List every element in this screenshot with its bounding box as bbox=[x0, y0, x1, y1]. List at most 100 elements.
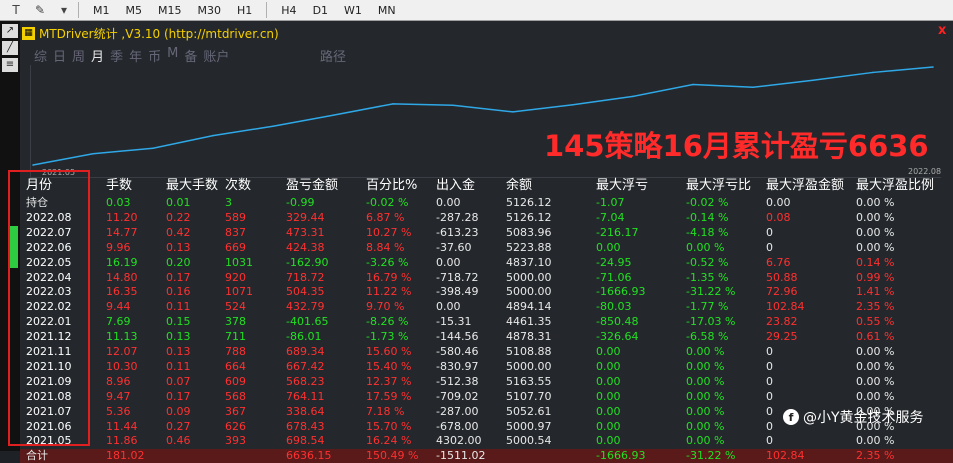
table-cell: 0.00 % bbox=[856, 225, 895, 239]
equity-point bbox=[932, 66, 934, 68]
tab-7[interactable]: M bbox=[167, 46, 178, 65]
table-cell: 788 bbox=[225, 345, 246, 358]
timeframe-m30-button[interactable]: M30 bbox=[190, 4, 230, 17]
table-cell: 0.00 % bbox=[686, 345, 725, 358]
table-cell: 5.36 bbox=[106, 404, 131, 418]
table-cell: -0.99 bbox=[286, 196, 315, 209]
table-cell: 0.55 % bbox=[856, 315, 895, 329]
table-cell: 609 bbox=[225, 374, 246, 388]
table-cell: 14.80 bbox=[106, 270, 138, 284]
table-cell: 473.31 bbox=[286, 225, 325, 239]
table-cell: 5126.12 bbox=[506, 210, 552, 224]
table-cell: 11.20 bbox=[106, 210, 138, 224]
dropdown-arrow-icon[interactable]: ▾ bbox=[56, 2, 72, 18]
table-row: 2021.12 11.13 0.13 711 -86.01 -1.73 % -144.56 4… bbox=[20, 330, 953, 344]
table-cell: 102.84 bbox=[766, 300, 805, 314]
table-cell: 2021.09 bbox=[26, 374, 72, 388]
table-cell: 17.59 % bbox=[366, 389, 412, 403]
table-cell: 0.00 % bbox=[856, 359, 895, 373]
tab-9[interactable]: 账户 bbox=[203, 46, 229, 65]
table-cell: 0.08 bbox=[766, 210, 791, 224]
equity-point bbox=[512, 111, 514, 113]
tab-route[interactable]: 路径 bbox=[320, 46, 346, 65]
table-cell: -850.48 bbox=[596, 315, 639, 329]
timeframe-m5-button[interactable]: M5 bbox=[118, 4, 151, 17]
table-cell: -31.22 % bbox=[686, 285, 736, 299]
timeframe-h1-button[interactable]: H1 bbox=[229, 4, 260, 17]
equity-point bbox=[212, 134, 214, 137]
timeframe-mn-button[interactable]: MN bbox=[370, 4, 404, 17]
tab-8[interactable]: 备 bbox=[184, 46, 197, 65]
equity-point bbox=[872, 71, 874, 74]
table-cell: 504.35 bbox=[286, 285, 325, 299]
table-row: 2022.08 11.20 0.22 589 329.44 6.87 % -287.28 51… bbox=[20, 211, 953, 225]
table-cell: 0.00 % bbox=[856, 389, 895, 403]
table-cell: -709.02 bbox=[436, 389, 479, 403]
table-cell: -86.01 bbox=[286, 330, 322, 344]
table-cell: -398.49 bbox=[436, 285, 479, 299]
table-cell: 持仓 bbox=[26, 196, 48, 209]
table-cell: -6.58 % bbox=[686, 330, 729, 344]
profit-annotation: 145策略16月累计盈亏6636 bbox=[544, 129, 929, 163]
timeframe-w1-button[interactable]: W1 bbox=[336, 4, 370, 17]
close-button[interactable]: x bbox=[938, 23, 946, 38]
text-tool-icon[interactable]: T bbox=[8, 2, 24, 18]
table-cell: 5052.61 bbox=[506, 404, 552, 418]
table-cell: -8.26 % bbox=[366, 315, 409, 329]
tab-6[interactable]: 币 bbox=[148, 46, 161, 65]
table-cell: 4461.35 bbox=[506, 315, 552, 329]
table-cell: 合计 bbox=[26, 449, 48, 463]
arrow-tool-icon[interactable]: ↗ bbox=[2, 24, 18, 38]
shapes-tool-icon[interactable]: ✎ bbox=[32, 2, 48, 18]
table-cell: 0.00 % bbox=[686, 389, 725, 403]
table-cell: 4878.31 bbox=[506, 330, 552, 344]
table-cell: 5126.12 bbox=[506, 196, 552, 209]
table-cell: -401.65 bbox=[286, 315, 329, 329]
table-cell: 7.69 bbox=[106, 315, 131, 329]
table-cell: 5223.88 bbox=[506, 240, 552, 254]
table-cell: 920 bbox=[225, 270, 246, 284]
table-cell: -24.95 bbox=[596, 255, 632, 269]
table-cell: 3 bbox=[225, 196, 232, 209]
table-cell: -326.64 bbox=[596, 330, 639, 344]
table-cell: 0.00 bbox=[596, 240, 621, 254]
watermark: f @小Y黄金技术服务 bbox=[783, 407, 924, 427]
tab-3[interactable]: 月 bbox=[91, 46, 104, 65]
line-tool-icon[interactable]: ╱ bbox=[2, 41, 18, 55]
table-cell: 2021.05 bbox=[26, 434, 72, 448]
tab-5[interactable]: 年 bbox=[129, 46, 142, 65]
table-cell: 0.00 % bbox=[686, 374, 725, 388]
timeframe-m15-button[interactable]: M15 bbox=[150, 4, 190, 17]
timeframe-m1-button[interactable]: M1 bbox=[85, 4, 118, 17]
table-cell: 5000.00 bbox=[506, 270, 552, 284]
table-cell: 432.79 bbox=[286, 300, 325, 314]
tab-0[interactable]: 综 bbox=[34, 46, 47, 65]
table-cell: 0.00 bbox=[596, 345, 621, 358]
equity-point bbox=[452, 104, 454, 107]
table-cell: -3.26 % bbox=[366, 255, 409, 269]
table-cell: 2021.12 bbox=[26, 330, 72, 344]
timeframe-d1-button[interactable]: D1 bbox=[305, 4, 336, 17]
tab-1[interactable]: 日 bbox=[53, 46, 66, 65]
table-cell: -1511.02 bbox=[436, 449, 486, 463]
table-cell: 367 bbox=[225, 404, 246, 418]
table-cell: 11.44 bbox=[106, 419, 138, 433]
equity-point bbox=[152, 147, 154, 150]
tab-4[interactable]: 季 bbox=[110, 46, 123, 65]
table-row: 2021.10 10.30 0.11 664 667.42 15.40 % -830.97 5… bbox=[20, 360, 953, 374]
table-cell: 0.27 bbox=[166, 419, 191, 433]
column-header: 盈亏金额 bbox=[286, 178, 339, 193]
timeframe-h4-button[interactable]: H4 bbox=[273, 4, 304, 17]
toolbar-separator bbox=[78, 2, 79, 18]
column-header: 余额 bbox=[506, 178, 533, 193]
tab-2[interactable]: 周 bbox=[72, 46, 85, 65]
channel-tool-icon[interactable]: ≡ bbox=[2, 58, 18, 72]
table-cell: 2022.04 bbox=[26, 270, 72, 284]
table-row: 2022.01 7.69 0.15 378 -401.65 -8.26 % -15.31 44… bbox=[20, 315, 953, 329]
column-header: 最大浮盈金额 bbox=[766, 178, 845, 193]
table-cell: -162.90 bbox=[286, 255, 329, 269]
table-cell: 0.99 % bbox=[856, 270, 895, 284]
table-cell: 0 bbox=[766, 419, 773, 433]
table-cell: -1.07 bbox=[596, 196, 625, 209]
table-cell: 424.38 bbox=[286, 240, 325, 254]
